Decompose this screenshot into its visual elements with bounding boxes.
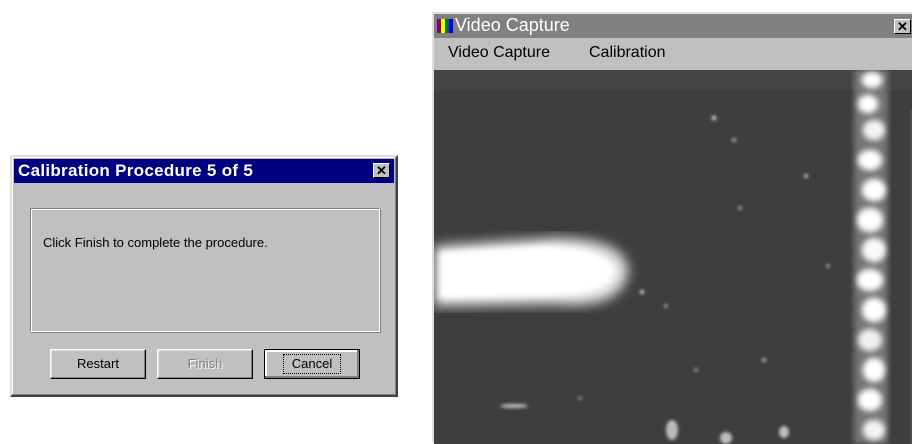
cancel-button-label: Cancel: [282, 354, 342, 374]
restart-button[interactable]: Restart: [50, 349, 146, 379]
video-titlebar[interactable]: Video Capture ✕: [434, 14, 912, 38]
dialog-title: Calibration Procedure 5 of 5: [18, 161, 254, 180]
calibration-dialog: Calibration Procedure 5 of 5 ✕ Click Fin…: [10, 155, 398, 397]
dialog-titlebar[interactable]: Calibration Procedure 5 of 5 ✕: [14, 159, 394, 183]
close-icon[interactable]: ✕: [373, 163, 390, 178]
menu-video-capture[interactable]: Video Capture: [448, 44, 550, 62]
menu-bar: Video Capture Calibration: [434, 38, 912, 70]
dialog-message-panel: Click Finish to complete the procedure.: [30, 208, 380, 332]
finish-button[interactable]: Finish: [157, 349, 253, 379]
video-preview[interactable]: [434, 70, 912, 444]
video-capture-window: Video Capture ✕ Video Capture Calibratio…: [432, 12, 912, 444]
video-frame: [434, 70, 912, 444]
video-app-icon[interactable]: [437, 19, 453, 33]
cancel-button[interactable]: Cancel: [264, 349, 360, 379]
dialog-message: Click Finish to complete the procedure.: [43, 235, 268, 250]
light-strip-shape: [854, 70, 888, 444]
video-window-title: Video Capture: [455, 15, 570, 35]
menu-calibration[interactable]: Calibration: [589, 44, 665, 62]
close-icon[interactable]: ✕: [894, 19, 911, 34]
